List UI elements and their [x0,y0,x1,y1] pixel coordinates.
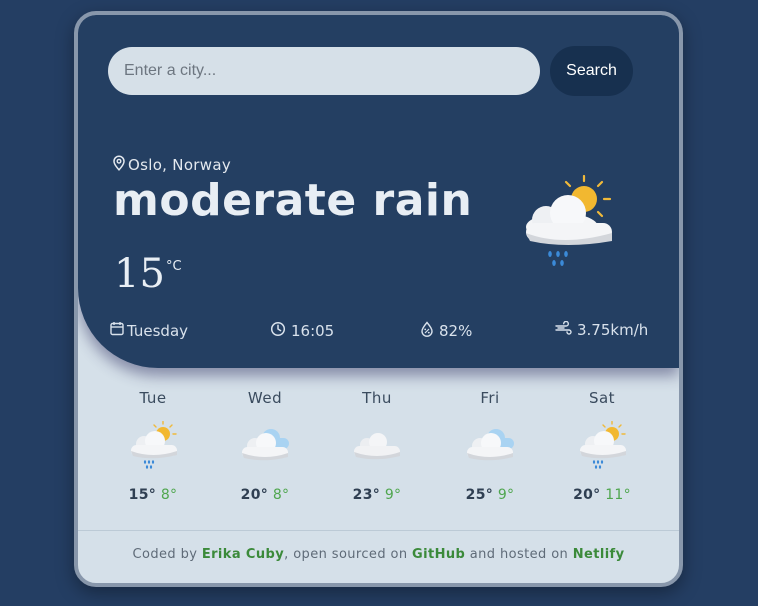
forecast-day-name: Sat [588,389,616,407]
footer-text: , open sourced on [284,547,413,562]
stat-time: 16:05 [270,321,334,341]
forecast-day-sat: Sat 20° 11° [546,389,658,503]
forecast-day-wed: Wed 20° 8° [209,389,321,503]
calendar-icon [110,321,124,340]
forecast-day-fri: Fri 25° 9° [434,389,546,503]
netlify-link[interactable]: Netlify [573,547,625,562]
day-label: Tuesday [127,321,189,340]
forecast-temps: 23° 9° [321,487,433,503]
cloudy-icon [209,421,321,473]
github-link[interactable]: GitHub [412,547,465,562]
weather-description: moderate rain [113,175,473,226]
forecast-high: 15° [128,487,157,503]
time-label: 16:05 [291,322,335,340]
author-link[interactable]: Erika Cuby [202,547,284,562]
forecast-temps: 15° 8° [97,487,209,503]
forecast-temps: 20° 11° [546,487,658,503]
humidity-label: 82% [439,322,473,340]
forecast-temps: 25° 9° [434,487,546,503]
sun-cloud-rain-icon [546,421,658,473]
stat-wind: 3.75km/h [555,320,649,339]
footer-text: and hosted on [465,547,573,562]
footer-text: Coded by [132,547,202,562]
forecast-high: 23° [352,487,381,503]
forecast-high: 20° [573,487,601,503]
wind-label: 3.75km/h [577,321,649,339]
search-button[interactable]: Search [550,46,633,96]
sun-cloud-rain-icon [516,174,616,279]
forecast-list: Tue 15° 8° Wed 20° 8° Thu 23° 9° Fri 25°… [78,389,679,519]
location: Oslo, Norway [112,155,231,175]
humidity-drop-icon [420,321,434,341]
cloudy-icon [434,421,546,473]
temperature-unit: °C [166,259,182,274]
forecast-high: 25° [465,487,494,503]
stat-humidity: 82% [420,321,472,341]
stat-day: Tuesday [110,321,188,340]
forecast-low: 8° [160,487,178,503]
footer-divider [78,530,679,531]
footer: Coded by Erika Cuby, open sourced on Git… [78,547,679,562]
city-search-input[interactable] [108,47,540,95]
cloud-icon [321,421,433,473]
forecast-high: 20° [240,487,269,503]
forecast-day-thu: Thu 23° 9° [321,389,433,503]
weather-card: Search Oslo, Norway moderate rain 15 °C [74,11,683,587]
forecast-day-name: Thu [362,389,392,407]
forecast-day-tue: Tue 15° 8° [97,389,209,503]
forecast-low: 11° [605,487,631,503]
forecast-day-name: Tue [139,389,167,407]
forecast-low: 9° [497,487,515,503]
current-temperature: 15 [114,251,165,297]
clock-icon [270,321,286,341]
forecast-low: 8° [272,487,290,503]
forecast-low: 9° [384,487,402,503]
current-weather-panel: Search Oslo, Norway moderate rain 15 °C [78,15,679,368]
sun-cloud-rain-icon [97,421,209,473]
wind-icon [555,320,572,339]
forecast-day-name: Fri [480,389,500,407]
map-pin-icon [112,155,126,175]
forecast-day-name: Wed [247,389,283,407]
forecast-temps: 20° 8° [209,487,321,503]
location-label: Oslo, Norway [128,156,232,174]
